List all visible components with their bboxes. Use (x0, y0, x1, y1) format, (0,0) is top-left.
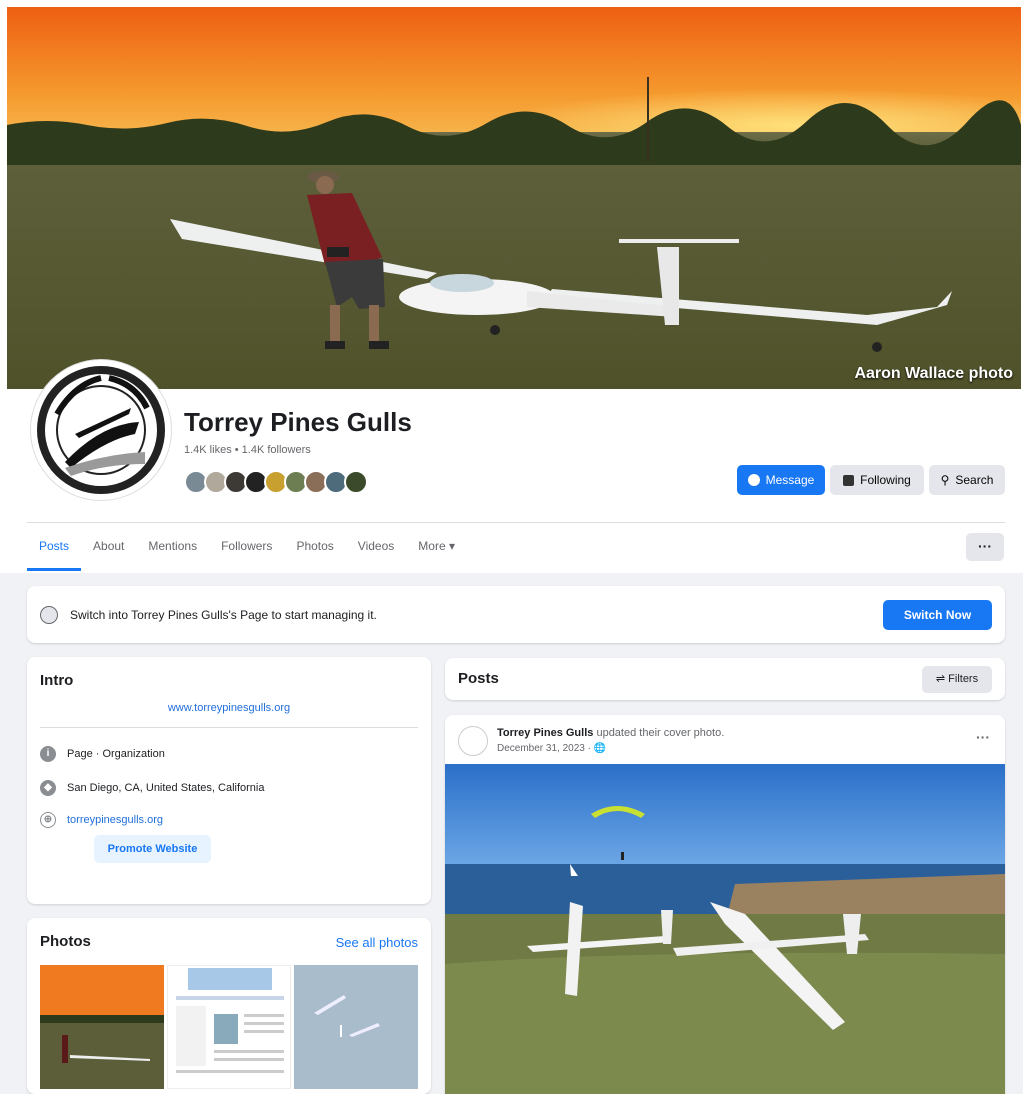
filters-button[interactable]: ⇌ Filters (922, 666, 992, 693)
filters-icon: ⇌ (935, 673, 946, 685)
see-all-photos-link[interactable]: See all photos (336, 935, 418, 950)
photo-thumbnail-art (176, 968, 284, 1073)
photos-title: Photos (40, 933, 91, 950)
tab-more[interactable]: More ▾ (406, 523, 467, 571)
follower-avatars[interactable] (184, 470, 368, 494)
switch-profile-banner: Switch into Torrey Pines Gulls's Page to… (27, 586, 1005, 643)
post-image-art (445, 764, 1005, 1094)
posts-title: Posts (458, 670, 499, 687)
post-options-button[interactable]: ··· (976, 729, 990, 745)
switch-banner-text: Switch into Torrey Pines Gulls's Page to… (70, 608, 377, 622)
post-card: Torrey Pines Gulls updated their cover p… (445, 715, 1005, 1094)
facebook-page: Aaron Wallace photo Torrey Pines Gulls 1… (0, 0, 1023, 1094)
switch-now-button[interactable]: Switch Now (883, 600, 992, 630)
following-label: Following (860, 473, 911, 487)
photos-card: Photos See all photos (27, 918, 431, 1094)
filters-label: Filters (948, 673, 979, 685)
intro-location: San Diego, CA, United States, California (67, 782, 265, 794)
page-tabs: Posts About Mentions Followers Photos Vi… (27, 523, 467, 571)
tab-posts[interactable]: Posts (27, 523, 82, 571)
intro-category-row: i Page · Organization (40, 746, 165, 762)
page-stats: 1.4K likes • 1.4K followers (184, 444, 311, 456)
photo-thumbnail[interactable] (40, 965, 164, 1089)
following-button[interactable]: Following (830, 465, 924, 495)
page-header: Aaron Wallace photo Torrey Pines Gulls 1… (0, 0, 1023, 573)
messenger-icon (747, 474, 760, 486)
post-header-line: Torrey Pines Gulls updated their cover p… (497, 727, 724, 739)
tab-followers[interactable]: Followers (209, 523, 284, 571)
post-date[interactable]: December 31, 2023 · 🌐 (497, 743, 606, 754)
tab-mentions[interactable]: Mentions (136, 523, 209, 571)
page-profile-picture[interactable] (31, 360, 171, 500)
photo-thumbnail[interactable] (167, 965, 291, 1089)
intro-location-row: ◆ San Diego, CA, United States, Californ… (40, 780, 265, 796)
photo-thumbnail-art (294, 965, 418, 1089)
globe-icon: ⊕ (40, 812, 56, 828)
post-image[interactable] (445, 764, 1005, 1094)
following-icon (843, 474, 855, 486)
location-pin-icon: ◆ (40, 780, 56, 796)
post-action: updated their cover photo. (596, 727, 725, 739)
photo-credit: Aaron Wallace photo (854, 365, 1013, 382)
tab-about[interactable]: About (81, 523, 136, 571)
search-label: Search (955, 473, 994, 487)
intro-website-row: ⊕ torreypinesgulls.org (40, 812, 163, 828)
cover-photo-art (7, 7, 1021, 389)
more-options-button[interactable]: ··· (966, 533, 1004, 561)
intro-website[interactable]: torreypinesgulls.org (67, 814, 163, 826)
gulls-logo-icon (37, 366, 165, 494)
promote-website-button[interactable]: Promote Website (94, 835, 211, 863)
intro-divider (40, 727, 418, 728)
tab-photos[interactable]: Photos (284, 523, 345, 571)
profile-switch-icon (40, 606, 58, 624)
intro-title: Intro (40, 672, 74, 689)
intro-card: Intro www.torreypinesgulls.org i Page · … (27, 657, 431, 904)
search-button[interactable]: ⚲ Search (929, 465, 1005, 495)
page-title: Torrey Pines Gulls (184, 407, 412, 437)
avatar[interactable] (458, 726, 488, 756)
photo-thumbnail[interactable] (294, 965, 418, 1089)
info-icon: i (40, 746, 56, 762)
search-icon: ⚲ (940, 473, 950, 487)
avatar[interactable] (344, 470, 368, 494)
tab-videos[interactable]: Videos (346, 523, 406, 571)
post-author[interactable]: Torrey Pines Gulls (497, 727, 593, 739)
ellipsis-icon: ··· (978, 538, 992, 554)
photo-thumbnail-art (40, 965, 164, 1089)
posts-header-card: Posts ⇌ Filters (445, 658, 1005, 700)
message-label: Message (765, 473, 815, 487)
cover-photo[interactable]: Aaron Wallace photo (7, 7, 1021, 389)
intro-website-link[interactable]: www.torreypinesgulls.org (27, 702, 431, 714)
intro-category: Page · Organization (67, 748, 165, 760)
message-button[interactable]: Message (737, 465, 825, 495)
